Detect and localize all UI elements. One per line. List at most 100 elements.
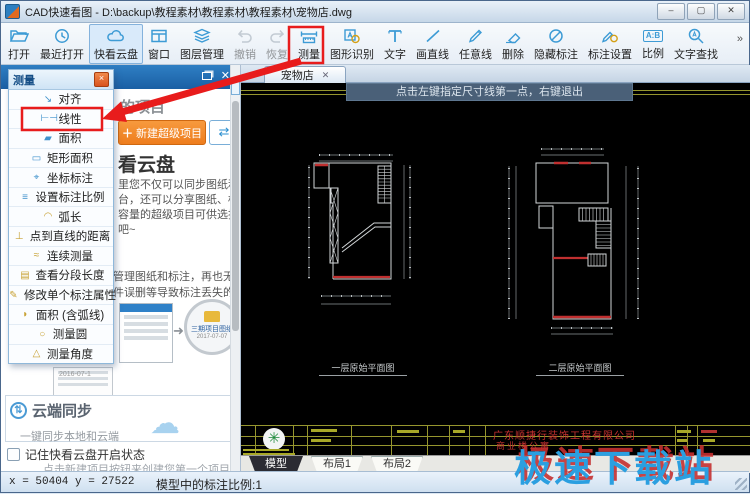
hide-icon: [546, 27, 566, 45]
toolbar-scale-button[interactable]: A:B 比例: [637, 24, 669, 64]
cloud-panel-title-fragment: 的项目: [120, 96, 165, 117]
cloud-sync-card: ⇅ 云端同步 一键同步本地和云端 ☁: [5, 395, 236, 442]
menu-item-area-with-arc[interactable]: ◗面积 (含弧线): [9, 305, 113, 325]
clock-icon: [52, 27, 72, 45]
command-hint-bar: 点击左键指定尺寸线第一点，右键退出: [346, 83, 633, 101]
main-area: ✕ 的项目 ＋ 新建超级项目 ⇄ 看云盘 里您不仅可以同步图纸和标 台，还可以分…: [1, 65, 749, 473]
toolbar-shape-recognition-button[interactable]: 图形识别: [325, 24, 379, 64]
panel-collapse-button[interactable]: [231, 79, 240, 95]
menu-item-continuous[interactable]: ≈连续测量: [9, 247, 113, 267]
toolbar-delete-button[interactable]: 删除: [497, 24, 529, 64]
undo-icon: [235, 27, 255, 45]
redo-icon: [267, 27, 287, 45]
shape-recognition-icon: [342, 27, 362, 45]
align-icon: ↘: [41, 94, 56, 105]
measure-menu-header[interactable]: 测量 ×: [9, 70, 113, 90]
toolbar-window-button[interactable]: 窗口: [143, 24, 175, 64]
panel-close-icon[interactable]: ✕: [221, 69, 230, 82]
measure-circle-icon: ○: [35, 329, 50, 340]
area-icon: ▰: [41, 133, 56, 144]
panel-restore-icon[interactable]: [202, 72, 212, 80]
watermark: 极速下载站: [514, 438, 714, 492]
eraser-icon: [503, 27, 523, 45]
line-icon: [423, 27, 443, 45]
cloud-description: 里您不仅可以同步图纸和标 台，还可以分享图纸、标注 容量的超级项目可供选择！ 吧…: [118, 178, 241, 238]
open-folder-icon: [9, 27, 29, 45]
cloud-heading-fragment: 看云盘: [118, 150, 175, 177]
floor-plan-drawing: [241, 83, 750, 455]
menu-item-linear[interactable]: ⊢⊣线性: [9, 110, 113, 130]
toolbar-redo-button[interactable]: 恢复: [261, 24, 293, 64]
cloud-sync-subtitle: 一键同步本地和云端: [20, 428, 119, 444]
toolbar-measure-button[interactable]: 测量: [293, 24, 325, 64]
menu-item-arc-length[interactable]: ◠弧长: [9, 207, 113, 227]
company-logo: ✳: [263, 428, 285, 450]
coordinate-icon: ⌖: [29, 172, 44, 183]
drawing-area: 宠物店 ✕ 点击左键指定尺寸线第一点，右键退出: [241, 65, 750, 473]
arrow-right-icon: ➜: [173, 323, 184, 339]
toolbar-overflow-chevron[interactable]: »: [737, 33, 747, 55]
menu-item-area[interactable]: ▰面积: [9, 129, 113, 149]
measure-menu: 测量 × ↘对齐 ⊢⊣线性 ▰面积 ▭矩形面积 ⌖坐标标注 ≡设置标注比例 ◠弧…: [8, 69, 114, 364]
area-with-arc-icon: ◗: [18, 309, 33, 320]
set-scale-icon: ≡: [18, 192, 33, 203]
continuous-measure-icon: ≈: [29, 250, 44, 261]
annotation-scale-label: 模型中的标注比例:1: [156, 476, 262, 493]
segment-length-icon: ▤: [18, 270, 33, 281]
point-to-line-icon: ⊥: [12, 231, 27, 242]
cloud-sync-icon: ⇅: [10, 402, 27, 419]
toolbar-freeline-button[interactable]: 任意线: [454, 24, 497, 64]
menu-item-point-to-line[interactable]: ⊥点到直线的距离: [9, 227, 113, 247]
cad-canvas[interactable]: 点击左键指定尺寸线第一点，右键退出: [241, 83, 750, 455]
resize-grip[interactable]: [735, 478, 747, 490]
menu-item-segment-length[interactable]: ▤查看分段长度: [9, 266, 113, 286]
close-button[interactable]: ✕: [717, 3, 745, 20]
toolbar-text-button[interactable]: 文字: [379, 24, 411, 64]
maximize-button[interactable]: ▢: [687, 3, 715, 20]
title-bar: CAD快速看图 - D:\backup\教程素材\教程素材\教程素材\宠物店.d…: [1, 1, 749, 23]
thumbnail-date: 2016-07-1: [59, 371, 91, 378]
menu-item-measure-angle[interactable]: △测量角度: [9, 345, 113, 364]
scale-ab-icon: A:B: [643, 30, 663, 42]
menu-item-set-scale[interactable]: ≡设置标注比例: [9, 188, 113, 208]
window-title: CAD快速看图 - D:\backup\教程素材\教程素材\教程素材\宠物店.d…: [25, 4, 352, 20]
toolbar-undo-button[interactable]: 撤销: [229, 24, 261, 64]
text-icon: [385, 27, 405, 45]
folder-icon: [204, 311, 220, 322]
annotation-settings-icon: [600, 27, 620, 45]
toolbar-recent-button[interactable]: 最近打开: [35, 24, 89, 64]
document-tab-bar: 宠物店 ✕: [241, 65, 750, 83]
measure-menu-close-icon[interactable]: ×: [94, 72, 109, 87]
cloud-panel: ✕ 的项目 ＋ 新建超级项目 ⇄ 看云盘 里您不仅可以同步图纸和标 台，还可以分…: [1, 65, 241, 473]
toolbar-cloud-button[interactable]: 快看云盘: [89, 24, 143, 64]
remember-cloud-checkbox[interactable]: [7, 448, 20, 461]
panel-scrollbar[interactable]: [230, 65, 240, 473]
document-tab-petshop[interactable]: 宠物店 ✕: [264, 66, 346, 83]
ruler-icon: [299, 27, 319, 45]
cursor-coordinates: x = 50404 y = 27522: [9, 476, 134, 488]
cloud-icon: [106, 27, 126, 45]
pencil-icon: [466, 27, 486, 45]
layers-icon: [192, 27, 212, 45]
tab-close-icon[interactable]: ✕: [322, 70, 330, 81]
minimize-button[interactable]: ‒: [657, 3, 685, 20]
plus-icon: ＋: [122, 125, 133, 141]
menu-item-coordinate[interactable]: ⌖坐标标注: [9, 168, 113, 188]
toolbar-annotation-settings-button[interactable]: 标注设置: [583, 24, 637, 64]
measure-menu-title: 测量: [13, 72, 35, 88]
main-toolbar: 打开 最近打开 快看云盘 窗口 图层管理 撤销 恢复 测量: [1, 23, 749, 65]
window-icon: [149, 27, 169, 45]
toolbar-drawline-button[interactable]: 画直线: [411, 24, 454, 64]
toolbar-findtext-button[interactable]: 文字查找: [669, 24, 723, 64]
toolbar-layers-button[interactable]: 图层管理: [175, 24, 229, 64]
app-window: CAD快速看图 - D:\backup\教程素材\教程素材\教程素材\宠物店.d…: [0, 0, 750, 493]
menu-item-measure-circle[interactable]: ○测量圆: [9, 325, 113, 345]
app-icon: [5, 4, 20, 19]
menu-item-edit-annotation[interactable]: ✎修改单个标注属性: [9, 286, 113, 306]
toolbar-hide-annotation-button[interactable]: 隐藏标注: [529, 24, 583, 64]
toolbar-open-button[interactable]: 打开: [3, 24, 35, 64]
menu-item-rect-area[interactable]: ▭矩形面积: [9, 149, 113, 169]
panel-scrollbar-thumb[interactable]: [232, 101, 239, 331]
menu-item-align[interactable]: ↘对齐: [9, 90, 113, 110]
new-super-project-button[interactable]: ＋ 新建超级项目: [118, 120, 206, 145]
